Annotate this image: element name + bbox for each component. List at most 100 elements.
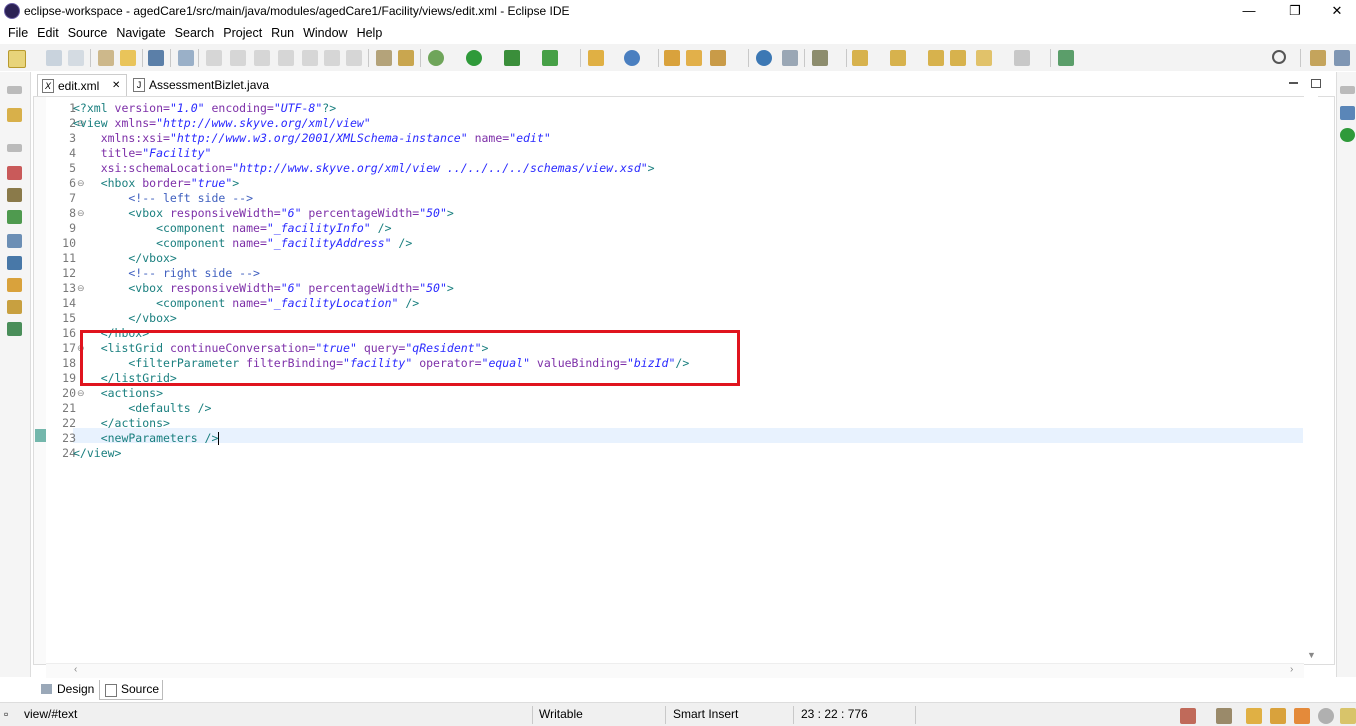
run-icon[interactable] — [466, 50, 482, 66]
code-line[interactable]: </vbox> — [73, 311, 689, 326]
scroll-right-icon[interactable]: › — [1290, 664, 1293, 675]
restore-view-icon[interactable] — [7, 86, 22, 94]
menu-search[interactable]: Search — [175, 23, 215, 43]
search-tool-icon[interactable] — [782, 50, 798, 66]
new-icon[interactable] — [8, 50, 26, 68]
console-view-icon[interactable] — [7, 256, 22, 270]
menu-help[interactable]: Help — [357, 23, 383, 43]
open-folder-icon[interactable] — [686, 50, 702, 66]
skip-breakpoints-icon[interactable] — [178, 50, 194, 66]
menu-project[interactable]: Project — [223, 23, 262, 43]
task-list-icon[interactable] — [7, 166, 22, 180]
code-line[interactable]: <component name="_facilityAddress" /> — [73, 236, 689, 251]
code-line[interactable]: <?xml version="1.0" encoding="UTF-8"?> — [73, 101, 689, 116]
scroll-down-icon[interactable]: ▼ — [1307, 650, 1316, 660]
horizontal-scrollbar[interactable]: ‹ › — [46, 663, 1304, 678]
run-view-icon[interactable] — [1340, 128, 1355, 142]
code-line[interactable]: <defaults /> — [73, 401, 689, 416]
status-bulb-icon[interactable] — [1340, 708, 1356, 724]
menu-source[interactable]: Source — [68, 23, 108, 43]
disconnect-icon[interactable] — [278, 50, 294, 66]
menu-navigate[interactable]: Navigate — [116, 23, 165, 43]
git-icon[interactable] — [7, 300, 22, 314]
code-line[interactable]: </vbox> — [73, 251, 689, 266]
menu-window[interactable]: Window — [303, 23, 347, 43]
drop-to-frame-icon[interactable] — [376, 50, 392, 66]
suspend-icon[interactable] — [230, 50, 246, 66]
step-into-icon[interactable] — [302, 50, 318, 66]
status-error-icon[interactable] — [1180, 708, 1196, 724]
restore-view-icon-2[interactable] — [7, 144, 22, 152]
open-perspective-icon[interactable] — [1310, 50, 1326, 66]
open-task-icon[interactable] — [664, 50, 680, 66]
tab-design[interactable]: Design — [37, 680, 97, 699]
console-icon[interactable] — [148, 50, 164, 66]
scroll-left-icon[interactable]: ‹ — [74, 664, 77, 675]
status-settings-icon[interactable] — [1318, 708, 1334, 724]
menu-run[interactable]: Run — [271, 23, 294, 43]
code-line[interactable]: <!-- right side --> — [73, 266, 689, 281]
previous-annotation-icon[interactable] — [890, 50, 906, 66]
open-type-icon[interactable] — [120, 50, 136, 66]
servers-icon[interactable] — [7, 278, 22, 292]
coverage-icon[interactable] — [504, 50, 520, 66]
code-line[interactable]: <actions> — [73, 386, 689, 401]
search-icon[interactable] — [1272, 50, 1286, 64]
new-class-icon[interactable] — [624, 50, 640, 66]
code-area[interactable]: <?xml version="1.0" encoding="UTF-8"?> <v… — [73, 101, 689, 461]
code-line[interactable]: title="Facility" — [73, 146, 689, 161]
vertical-scrollbar[interactable]: ▼ — [1304, 96, 1318, 663]
globe-icon[interactable] — [756, 50, 772, 66]
close-tab-icon[interactable]: ✕ — [112, 75, 120, 97]
resume-icon[interactable] — [206, 50, 222, 66]
tab-source[interactable]: Source — [99, 680, 163, 700]
status-rocket-icon[interactable] — [1294, 708, 1310, 724]
next-edit-location-icon[interactable] — [950, 50, 966, 66]
code-line[interactable]: xsi:schemaLocation="http://www.skyve.org… — [73, 161, 689, 176]
debug-icon[interactable] — [428, 50, 444, 66]
terminate-icon[interactable] — [254, 50, 270, 66]
forward-icon[interactable] — [1014, 50, 1030, 66]
minimize-button[interactable]: — — [1226, 0, 1272, 23]
package-explorer-icon[interactable] — [7, 108, 22, 122]
project-map-icon[interactable] — [7, 210, 22, 224]
code-line[interactable]: <vbox responsiveWidth="6" percentageWidt… — [73, 206, 689, 221]
code-line[interactable]: </actions> — [73, 416, 689, 431]
tab-edit-xml[interactable]: X edit.xml ✕ — [37, 74, 127, 97]
code-line[interactable]: <component name="_facilityInfo" /> — [73, 221, 689, 236]
code-line[interactable]: <!-- left side --> — [73, 191, 689, 206]
use-step-filters-icon[interactable] — [398, 50, 414, 66]
menu-file[interactable]: File — [8, 23, 28, 43]
status-folder-icon[interactable] — [1246, 708, 1262, 724]
download-icon[interactable] — [7, 322, 22, 336]
menu-edit[interactable]: Edit — [37, 23, 59, 43]
pin-editor-icon[interactable] — [1058, 50, 1074, 66]
next-annotation-icon[interactable] — [852, 50, 868, 66]
outline-view-icon[interactable] — [1340, 106, 1355, 120]
code-line[interactable]: <vbox responsiveWidth="6" percentageWidt… — [73, 281, 689, 296]
status-cap-icon[interactable] — [1270, 708, 1286, 724]
code-line[interactable]: <newParameters /> — [73, 431, 689, 446]
restore-right-view-icon[interactable] — [1340, 86, 1355, 94]
code-line[interactable]: </view> — [73, 446, 689, 461]
code-line[interactable]: <component name="_facilityLocation" /> — [73, 296, 689, 311]
properties-icon[interactable] — [7, 234, 22, 248]
annotation-icon[interactable] — [812, 50, 828, 66]
code-line[interactable]: <view xmlns="http://www.skyve.org/xml/vi… — [73, 116, 689, 131]
restore-button[interactable]: ❐ — [1272, 0, 1318, 23]
save-icon[interactable] — [46, 50, 62, 66]
external-tools-icon[interactable] — [542, 50, 558, 66]
maximize-editor-icon[interactable] — [1311, 79, 1321, 88]
close-button[interactable]: ✕ — [1318, 0, 1356, 23]
tab-assessment-bizlet[interactable]: J AssessmentBizlet.java — [131, 74, 281, 96]
code-line[interactable]: <hbox border="true"> — [73, 176, 689, 191]
back-icon[interactable] — [976, 50, 992, 66]
java-perspective-icon[interactable] — [1334, 50, 1350, 66]
minimize-editor-icon[interactable] — [1289, 82, 1298, 84]
last-edit-location-icon[interactable] — [928, 50, 944, 66]
build-icon[interactable] — [98, 50, 114, 66]
status-task-icon[interactable] — [1216, 708, 1232, 724]
step-return-icon[interactable] — [346, 50, 362, 66]
outline-icon[interactable] — [7, 188, 22, 202]
step-over-icon[interactable] — [324, 50, 340, 66]
